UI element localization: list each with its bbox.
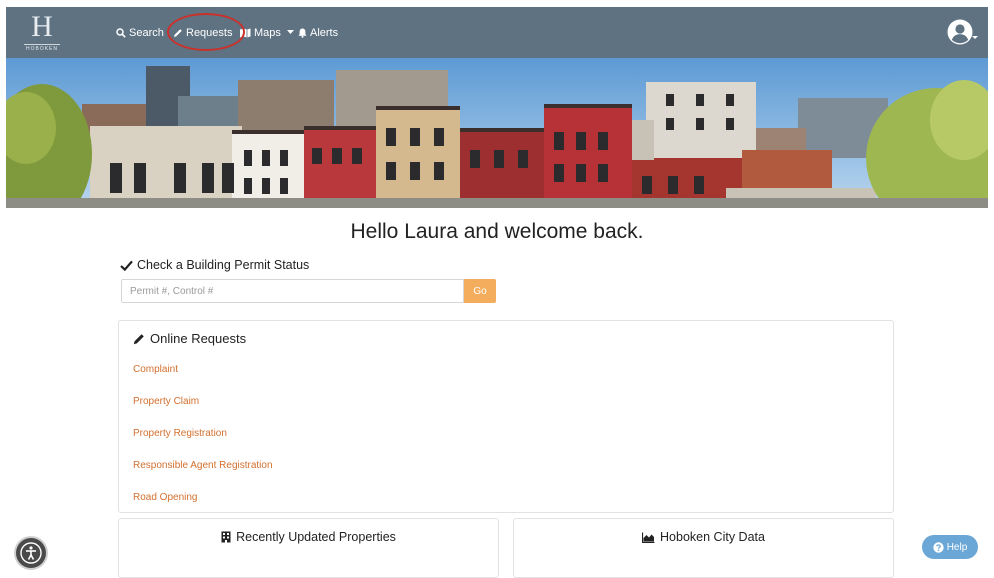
nav-search[interactable]: Search — [116, 7, 164, 58]
hoboken-city-data-card: Hoboken City Data — [513, 518, 894, 578]
nav-alerts-label: Alerts — [310, 26, 339, 39]
help-button-label: Help — [946, 541, 968, 553]
permit-go-button[interactable]: Go — [464, 279, 496, 303]
question-circle-icon — [933, 541, 944, 553]
request-link-property-claim[interactable]: Property Claim — [133, 396, 199, 407]
user-avatar[interactable] — [947, 19, 978, 47]
hero-banner-image — [6, 58, 988, 208]
city-data-title-text: Hoboken City Data — [660, 530, 765, 544]
user-avatar-icon — [947, 19, 973, 45]
nav-requests[interactable]: Requests — [173, 7, 232, 58]
area-chart-icon — [642, 532, 655, 543]
accessibility-button[interactable] — [16, 538, 46, 568]
nav-maps-label: Maps — [254, 26, 281, 39]
online-requests-title: Online Requests — [133, 331, 246, 346]
building-icon — [221, 531, 231, 543]
nav-alerts[interactable]: Alerts — [298, 7, 338, 58]
nav-maps[interactable]: Maps — [240, 7, 294, 58]
recent-properties-title: Recently Updated Properties — [119, 530, 498, 544]
city-data-title: Hoboken City Data — [514, 530, 893, 544]
request-link-complaint[interactable]: Complaint — [133, 364, 178, 375]
map-icon — [240, 28, 251, 37]
nav-requests-label: Requests — [186, 26, 233, 39]
pencil-icon — [174, 28, 182, 37]
caret-down-icon — [286, 30, 294, 34]
recent-properties-title-text: Recently Updated Properties — [236, 530, 396, 544]
recently-updated-properties-card: Recently Updated Properties — [118, 518, 499, 578]
request-link-road-opening[interactable]: Road Opening — [133, 492, 198, 503]
avatar-caret-icon — [972, 36, 978, 39]
permit-search-input[interactable] — [121, 279, 464, 303]
search-icon — [116, 27, 126, 38]
welcome-heading: Hello Laura and welcome back. — [350, 220, 644, 243]
city-buildings-illustration — [6, 58, 988, 208]
top-navbar: H HOBOKEN Search Requests Maps Alerts — [6, 7, 988, 58]
bell-icon — [298, 28, 307, 38]
accessibility-icon — [20, 542, 42, 564]
pencil-icon — [133, 333, 144, 344]
permit-status-label: Check a Building Permit Status — [120, 258, 309, 272]
permit-status-label-text: Check a Building Permit Status — [137, 258, 310, 272]
request-link-responsible-agent-registration[interactable]: Responsible Agent Registration — [133, 460, 273, 471]
online-requests-title-text: Online Requests — [150, 331, 247, 346]
hoboken-logo[interactable]: H HOBOKEN — [22, 10, 62, 54]
help-button[interactable]: Help — [922, 535, 978, 559]
logo-letter: H — [31, 10, 53, 43]
request-link-property-registration[interactable]: Property Registration — [133, 428, 227, 439]
logo-subtitle: HOBOKEN — [24, 44, 60, 52]
nav-search-label: Search — [129, 26, 164, 39]
online-requests-card: Online Requests Complaint Property Claim… — [118, 320, 894, 513]
check-icon — [120, 260, 133, 271]
